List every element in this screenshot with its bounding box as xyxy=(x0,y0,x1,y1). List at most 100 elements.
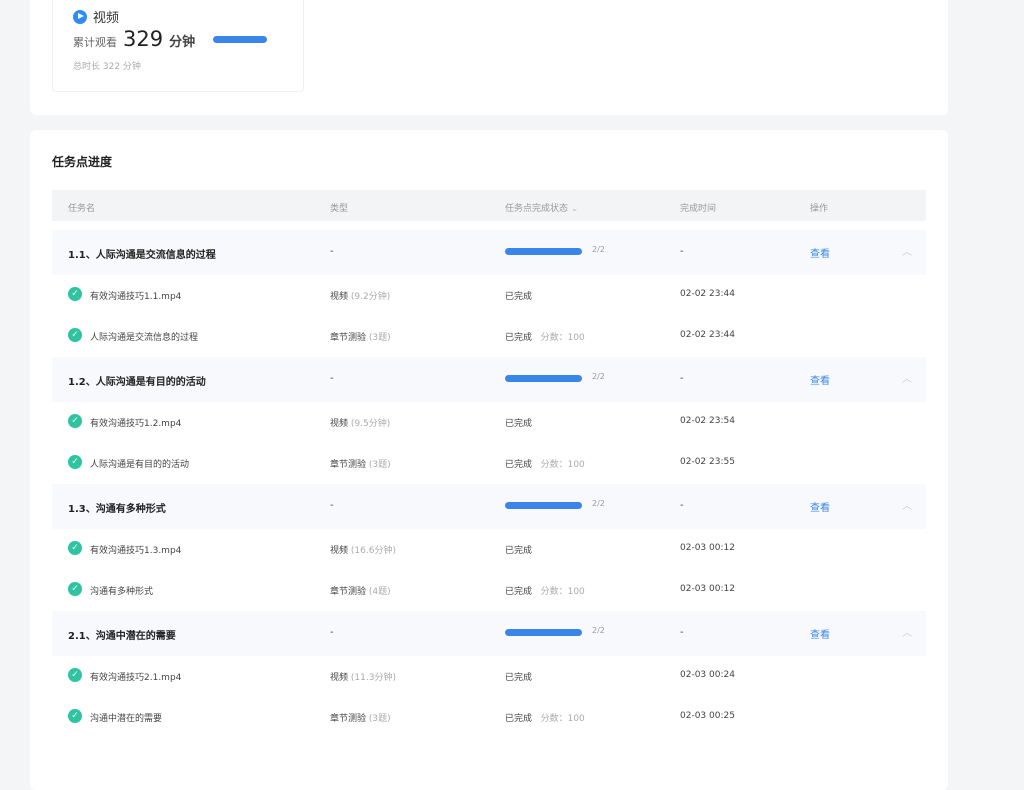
task-type-detail: (9.2分钟) xyxy=(350,292,391,302)
task-type-detail: (3题) xyxy=(368,460,391,470)
check-circle-icon: ✓ xyxy=(68,541,82,555)
task-status: 已完成 分数：100 xyxy=(505,711,585,724)
group-row[interactable]: 1.2、人际沟通是有目的的活动 - 2/2 - 查看 ︿ xyxy=(52,357,926,402)
task-type: 视频 (11.3分钟) xyxy=(330,670,396,683)
task-status: 已完成 xyxy=(505,543,541,556)
task-status-label: 已完成 xyxy=(505,587,533,597)
task-type-label: 章节测验 xyxy=(330,714,367,724)
task-type: 章节测验 (3题) xyxy=(330,330,391,343)
task-status: 已完成 分数：100 xyxy=(505,457,585,470)
view-link[interactable]: 查看 xyxy=(810,245,830,260)
group-progress-text: 2/2 xyxy=(592,499,605,508)
check-circle-icon: ✓ xyxy=(68,455,82,469)
view-link[interactable]: 查看 xyxy=(810,499,830,514)
chevron-up-icon[interactable]: ︿ xyxy=(902,243,912,258)
task-type-detail: (3题) xyxy=(368,714,391,724)
video-title: 视频 xyxy=(93,11,120,26)
task-type: 视频 (16.6分钟) xyxy=(330,543,396,556)
video-summary-section: 视频 累计观看 329 分钟 总时长 322 分钟 xyxy=(30,0,948,115)
task-status-label: 已完成 xyxy=(505,673,533,683)
task-type-label: 视频 xyxy=(330,673,349,683)
group-time: - xyxy=(680,246,684,257)
task-type-label: 章节测验 xyxy=(330,333,367,343)
task-time: 02-03 00:12 xyxy=(680,543,735,553)
task-time: 02-02 23:44 xyxy=(680,289,735,299)
task-status-label: 已完成 xyxy=(505,546,533,556)
group-name: 2.1、沟通中潜在的需要 xyxy=(68,631,176,642)
group-row[interactable]: 1.1、人际沟通是交流信息的过程 - 2/2 - 查看 ︿ xyxy=(52,230,926,275)
view-link[interactable]: 查看 xyxy=(810,626,830,641)
task-time: 02-02 23:44 xyxy=(680,330,735,340)
task-type-label: 章节测验 xyxy=(330,460,367,470)
task-status-label: 已完成 xyxy=(505,419,533,429)
task-status: 已完成 分数：100 xyxy=(505,330,585,343)
group-progress-bar xyxy=(505,502,582,509)
group-row[interactable]: 1.3、沟通有多种形式 - 2/2 - 查看 ︿ xyxy=(52,484,926,529)
group-progress-bar xyxy=(505,375,582,382)
task-time: 02-03 00:24 xyxy=(680,670,735,680)
col-type: 类型 xyxy=(330,204,349,214)
section-title: 任务点进度 xyxy=(52,155,113,169)
watched-unit: 分钟 xyxy=(169,35,196,50)
task-status: 已完成 分数：100 xyxy=(505,584,585,597)
chevron-up-icon[interactable]: ︿ xyxy=(902,370,912,385)
total-duration: 总时长 322 分钟 xyxy=(73,62,141,72)
task-time: 02-02 23:55 xyxy=(680,457,735,467)
col-action: 操作 xyxy=(810,204,829,214)
table-header: 任务名 类型 任务点完成状态 ⌄ 完成时间 操作 xyxy=(52,190,926,221)
watched-stat: 累计观看 329 分钟 xyxy=(73,27,195,51)
task-status: 已完成 xyxy=(505,416,541,429)
task-name: 沟通有多种形式 xyxy=(90,587,154,597)
check-circle-icon: ✓ xyxy=(68,287,82,301)
group-type: - xyxy=(330,373,334,384)
watched-label: 累计观看 xyxy=(73,36,117,49)
col-status-label: 任务点完成状态 xyxy=(505,204,569,214)
task-progress-section: 任务点进度 任务名 类型 任务点完成状态 ⌄ 完成时间 操作 1.1、人际沟通是… xyxy=(30,130,948,790)
task-name: 人际沟通是有目的的活动 xyxy=(90,460,190,470)
group-row[interactable]: 2.1、沟通中潜在的需要 - 2/2 - 查看 ︿ xyxy=(52,611,926,656)
task-score: 分数：100 xyxy=(540,460,585,470)
task-score: 分数：100 xyxy=(540,587,585,597)
col-time: 完成时间 xyxy=(680,204,717,214)
task-row: ✓ 有效沟通技巧2.1.mp4 视频 (11.3分钟) 已完成 02-03 00… xyxy=(52,656,926,697)
task-status-label: 已完成 xyxy=(505,333,533,343)
check-circle-icon: ✓ xyxy=(68,582,82,596)
group-time: - xyxy=(680,627,684,638)
task-time: 02-02 23:54 xyxy=(680,416,735,426)
task-type-label: 视频 xyxy=(330,546,349,556)
group-type: - xyxy=(330,246,334,257)
task-status-label: 已完成 xyxy=(505,292,533,302)
check-circle-icon: ✓ xyxy=(68,668,82,682)
task-name: 有效沟通技巧1.1.mp4 xyxy=(90,292,182,302)
task-type: 章节测验 (3题) xyxy=(330,711,391,724)
check-circle-icon: ✓ xyxy=(68,414,82,428)
check-circle-icon: ✓ xyxy=(68,328,82,342)
task-type-detail: (4题) xyxy=(368,587,391,597)
view-link[interactable]: 查看 xyxy=(810,372,830,387)
task-row: ✓ 沟通中潜在的需要 章节测验 (3题) 已完成 分数：100 02-03 00… xyxy=(52,697,926,738)
group-progress-bar xyxy=(505,629,582,636)
group-name: 1.2、人际沟通是有目的的活动 xyxy=(68,377,206,388)
task-type-label: 视频 xyxy=(330,419,349,429)
task-time: 02-03 00:25 xyxy=(680,711,735,721)
task-name: 有效沟通技巧2.1.mp4 xyxy=(90,673,182,683)
task-score: 分数：100 xyxy=(540,714,585,724)
group-progress-text: 2/2 xyxy=(592,626,605,635)
group-progress-text: 2/2 xyxy=(592,245,605,254)
task-name: 沟通中潜在的需要 xyxy=(90,714,163,724)
video-stats-card: 视频 累计观看 329 分钟 总时长 322 分钟 xyxy=(52,0,304,92)
task-type: 视频 (9.5分钟) xyxy=(330,416,390,429)
group-type: - xyxy=(330,500,334,511)
chevron-up-icon[interactable]: ︿ xyxy=(902,497,912,512)
task-type-label: 视频 xyxy=(330,292,349,302)
play-icon xyxy=(73,9,87,24)
col-status[interactable]: 任务点完成状态 ⌄ xyxy=(505,201,578,214)
watched-value: 329 xyxy=(123,27,164,51)
group-type: - xyxy=(330,627,334,638)
group-name: 1.3、沟通有多种形式 xyxy=(68,504,166,515)
chevron-down-icon[interactable]: ⌄ xyxy=(571,204,579,214)
check-circle-icon: ✓ xyxy=(68,709,82,723)
task-row: ✓ 人际沟通是交流信息的过程 章节测验 (3题) 已完成 分数：100 02-0… xyxy=(52,316,926,357)
chevron-up-icon[interactable]: ︿ xyxy=(902,624,912,639)
task-status: 已完成 xyxy=(505,670,541,683)
